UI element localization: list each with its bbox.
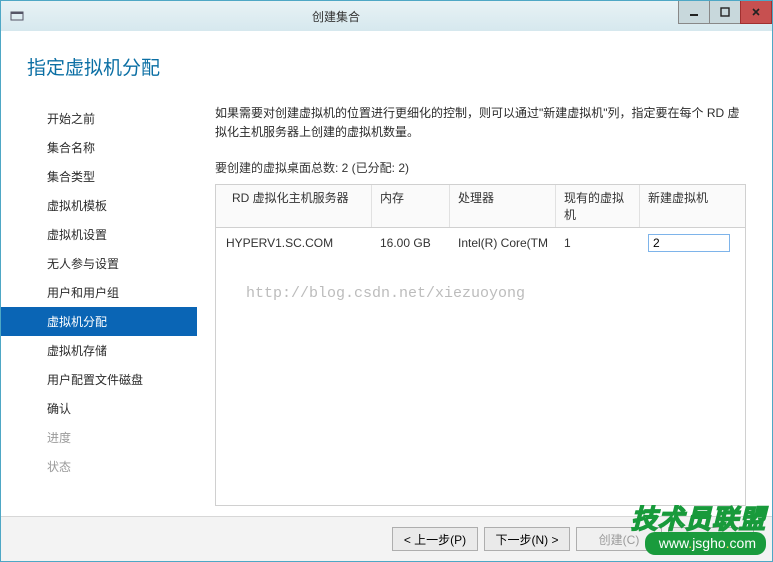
create-button: 创建(C) — [576, 527, 662, 551]
maximize-button[interactable] — [709, 1, 741, 24]
previous-button[interactable]: < 上一步(P) — [392, 527, 478, 551]
step-vm-template[interactable]: 虚拟机模板 — [1, 191, 197, 220]
next-button[interactable]: 下一步(N) > — [484, 527, 570, 551]
step-collection-name[interactable]: 集合名称 — [1, 133, 197, 162]
step-vm-allocation[interactable]: 虚拟机分配 — [1, 307, 197, 336]
summary-text: 要创建的虚拟桌面总数: 2 (已分配: 2) — [215, 159, 746, 176]
window-title: 创建集合 — [0, 8, 679, 25]
cell-new — [640, 231, 728, 255]
col-existing[interactable]: 现有的虚拟机 — [556, 185, 640, 227]
cell-cpu: Intel(R) Core(TM — [450, 233, 556, 253]
table-header: RD 虚拟化主机服务器 内存 处理器 现有的虚拟机 新建虚拟机 — [216, 185, 745, 228]
client-area: 指定虚拟机分配 开始之前 集合名称 集合类型 虚拟机模板 虚拟机设置 无人参与设… — [1, 31, 772, 561]
cancel-button[interactable]: 取消 — [668, 527, 754, 551]
step-before-begin[interactable]: 开始之前 — [1, 104, 197, 133]
close-button[interactable] — [740, 1, 772, 24]
wizard-steps: 开始之前 集合名称 集合类型 虚拟机模板 虚拟机设置 无人参与设置 用户和用户组… — [1, 100, 197, 516]
step-users-groups[interactable]: 用户和用户组 — [1, 278, 197, 307]
col-memory[interactable]: 内存 — [372, 185, 450, 227]
main-panel: 如果需要对创建虚拟机的位置进行更细化的控制，则可以通过"新建虚拟机"列，指定要在… — [197, 100, 772, 516]
wizard-footer: < 上一步(P) 下一步(N) > 创建(C) 取消 — [1, 516, 772, 561]
step-vm-settings[interactable]: 虚拟机设置 — [1, 220, 197, 249]
col-cpu[interactable]: 处理器 — [450, 185, 556, 227]
step-vm-storage[interactable]: 虚拟机存储 — [1, 336, 197, 365]
wizard-window: 创建集合 指定虚拟机分配 开始之前 集合名称 集合类型 虚拟机模板 虚拟机设置 … — [0, 0, 773, 562]
wizard-body: 开始之前 集合名称 集合类型 虚拟机模板 虚拟机设置 无人参与设置 用户和用户组… — [1, 100, 772, 516]
table-row[interactable]: HYPERV1.SC.COM 16.00 GB Intel(R) Core(TM… — [216, 228, 745, 255]
instruction-text: 如果需要对创建虚拟机的位置进行更细化的控制，则可以通过"新建虚拟机"列，指定要在… — [215, 104, 746, 141]
cell-host: HYPERV1.SC.COM — [216, 233, 372, 253]
step-progress: 进度 — [1, 423, 197, 452]
step-confirm[interactable]: 确认 — [1, 394, 197, 423]
page-title: 指定虚拟机分配 — [1, 31, 772, 100]
window-buttons — [679, 1, 772, 31]
new-vm-input[interactable] — [648, 234, 730, 252]
step-collection-type[interactable]: 集合类型 — [1, 162, 197, 191]
col-new[interactable]: 新建虚拟机 — [640, 185, 728, 227]
minimize-button[interactable] — [678, 1, 710, 24]
step-user-profile-disks[interactable]: 用户配置文件磁盘 — [1, 365, 197, 394]
titlebar: 创建集合 — [1, 1, 772, 32]
cell-memory: 16.00 GB — [372, 233, 450, 253]
cell-existing: 1 — [556, 233, 640, 253]
watermark-text: http://blog.csdn.net/xiezuoyong — [246, 285, 525, 302]
step-unattended[interactable]: 无人参与设置 — [1, 249, 197, 278]
step-status: 状态 — [1, 452, 197, 481]
col-host[interactable]: RD 虚拟化主机服务器 — [216, 185, 372, 227]
allocation-table: RD 虚拟化主机服务器 内存 处理器 现有的虚拟机 新建虚拟机 HYPERV1.… — [215, 184, 746, 505]
